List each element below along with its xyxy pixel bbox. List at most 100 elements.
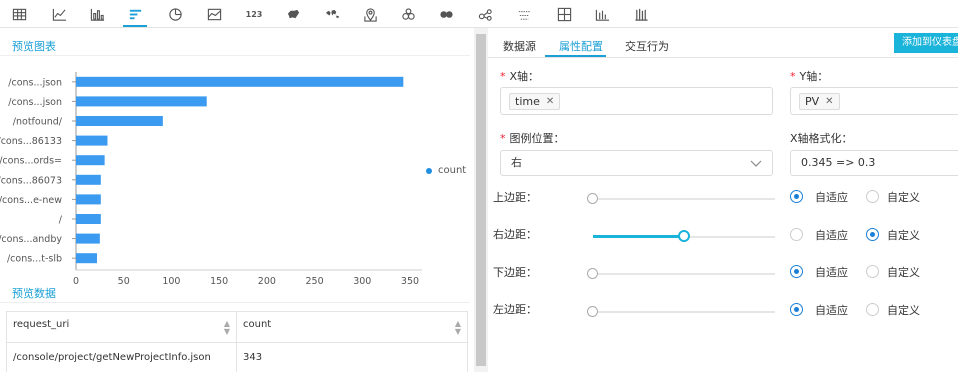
bar [76,253,97,264]
x-axis-label: * X轴： [500,70,540,83]
top-margin-slider-thumb[interactable] [587,193,598,204]
bar [76,194,101,205]
top-margin-auto-radio[interactable] [790,190,803,203]
remove-tag-icon[interactable]: ✕ [825,94,833,109]
column-icon[interactable] [593,5,611,23]
bar [76,76,404,87]
pie-chart-icon[interactable] [166,5,184,23]
scrollbar-thumb[interactable] [476,34,486,366]
bar-chart-icon[interactable] [88,5,106,23]
bar [76,174,101,185]
y-tick-label: /cons...86073 [0,175,62,186]
left-margin-auto-radio[interactable] [790,303,803,316]
x-tick-label: 50 [118,276,130,287]
radar-icon[interactable] [515,5,533,23]
table-icon[interactable] [10,5,28,23]
divider [0,55,470,56]
divider [488,57,958,58]
column-header-count[interactable]: count ▲ ▼ [236,311,468,343]
right-margin-slider-thumb[interactable] [678,230,690,242]
top-margin-slider[interactable] [593,198,775,200]
y-tick-label: /cons...json [8,77,62,88]
left-margin-custom-radio[interactable] [866,303,879,316]
scatter-icon[interactable] [437,5,455,23]
auto-label: 自适应 [815,229,848,242]
x-format-label: X轴格式化： [790,132,853,145]
left-margin-slider-thumb[interactable] [587,306,598,317]
right-margin-label: 右边距： [493,228,537,241]
table-header-row: request_uri ▲ ▼ count ▲ ▼ [6,311,468,343]
chevron-down-icon [750,160,762,167]
config-panel: 数据源 属性配置 交互行为 添加到仪表盘 * X轴： time ✕ * Y轴： PV… [488,28,958,372]
left-margin-slider[interactable] [593,311,775,313]
preview-panel: 预览图表 /cons...json/cons...json/notfound//… [0,28,474,372]
right-margin-slider-fill [593,235,685,238]
x-tick-label: 300 [353,276,371,287]
world-map-icon[interactable] [323,5,341,23]
top-margin-label: 上边距： [493,191,537,204]
custom-label: 自定义 [887,266,920,279]
add-to-dashboard-button[interactable]: 添加到仪表盘 [894,33,958,53]
barcode-icon[interactable] [632,5,650,23]
tab-datasource[interactable]: 数据源 [503,38,536,54]
x-tick-label: 350 [401,276,419,287]
number-card-icon[interactable]: 123 [243,5,265,23]
sort-icon[interactable]: ▲ ▼ [455,319,461,336]
x-tick-label: 250 [306,276,324,287]
column-header-request-uri[interactable]: request_uri ▲ ▼ [6,311,237,343]
table-cell: 343 [236,342,468,372]
y-tick-label: /cons...e-new [0,195,62,206]
y-tick-label: / [59,215,63,226]
right-margin-custom-radio[interactable] [866,228,879,241]
bar [76,233,100,244]
horizontal-bar-chart-icon[interactable] [126,5,144,23]
line-chart-icon[interactable] [50,5,68,23]
area-chart-icon[interactable] [205,5,223,23]
right-margin-auto-radio[interactable] [790,228,803,241]
chart-type-toolbar: 123 [0,0,958,28]
custom-label: 自定义 [887,304,920,317]
legend-marker [426,167,432,174]
bottom-margin-slider[interactable] [593,273,775,275]
y-tick-label: /cons...ords= [0,156,62,167]
custom-label: 自定义 [887,191,920,204]
remove-tag-icon[interactable]: ✕ [546,94,554,109]
bar [76,116,163,126]
bar [76,135,108,146]
sort-icon[interactable]: ▲ ▼ [224,319,230,336]
table-cell: /console/project/getNewProjectInfo.json [6,342,237,372]
preview-data-title: 预览数据 [12,287,56,300]
y-tick-label: /cons...andby [0,234,62,245]
bottom-margin-slider-thumb[interactable] [587,268,598,279]
y-axis-field[interactable]: PV ✕ [790,87,958,115]
tab-interaction[interactable]: 交互行为 [625,38,669,54]
auto-label: 自适应 [815,304,848,317]
legend-label: count [438,165,467,176]
preview-chart-title: 预览图表 [12,40,56,53]
y-tick-label: /cons...t-slb [7,254,62,265]
chart-legend: count [426,165,466,176]
bar [76,155,105,166]
layout-icon[interactable] [555,5,573,23]
y-tick-label: /cons...86133 [0,136,62,147]
table-row: /console/project/getNewProjectInfo.json … [6,342,468,372]
bottom-margin-custom-radio[interactable] [866,265,879,278]
network-icon[interactable] [476,5,494,23]
legend-position-select[interactable]: 右 [500,150,773,176]
bar [76,96,207,107]
top-margin-custom-radio[interactable] [866,190,879,203]
china-map-icon[interactable] [284,5,302,23]
x-axis-field[interactable]: time ✕ [500,87,773,115]
bar [76,214,101,224]
y-tick-label: /notfound/ [13,117,63,128]
x-tick-label: 100 [162,276,180,287]
bottom-margin-label: 下边距： [493,266,537,279]
pin-map-icon[interactable] [361,5,379,23]
x-format-input[interactable]: 0.345 => 0.3 [790,150,958,176]
custom-label: 自定义 [887,229,920,242]
legend-position-label: * 图例位置： [500,132,565,145]
tab-properties[interactable]: 属性配置 [559,38,603,54]
bubble-icon[interactable] [399,5,417,23]
bottom-margin-auto-radio[interactable] [790,265,803,278]
x-tick-label: 150 [210,276,228,287]
